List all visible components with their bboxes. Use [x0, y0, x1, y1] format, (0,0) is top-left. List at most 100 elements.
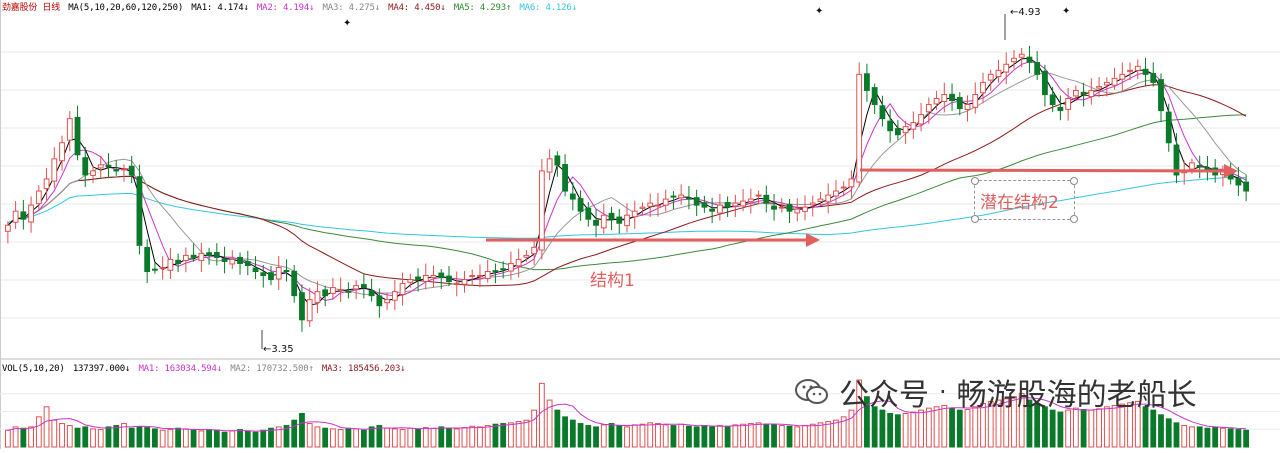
volume-bar	[260, 429, 267, 448]
stock-name[interactable]: 劲嘉股份	[2, 3, 37, 13]
candle-body	[655, 204, 661, 207]
candle-body	[856, 73, 863, 183]
volume-bar	[368, 426, 375, 448]
candle-body	[809, 202, 816, 206]
volume-bar	[299, 413, 305, 448]
volume-bar	[693, 426, 700, 448]
volume-bar	[322, 427, 329, 448]
candle-body	[384, 299, 390, 304]
candle-body	[461, 279, 468, 285]
candle-body	[74, 116, 81, 156]
signal-marker-2: ✦	[815, 6, 824, 17]
candle-body	[894, 128, 901, 136]
candle-body	[97, 164, 104, 169]
volume-bar	[198, 430, 205, 448]
candle-body	[399, 283, 406, 296]
ma4-value: MA4: 4.450↓	[388, 3, 446, 13]
volume-bar	[778, 425, 785, 448]
volume-bar	[655, 423, 661, 448]
candle-body	[949, 93, 955, 102]
candle-body	[709, 208, 716, 212]
candle-body	[972, 93, 979, 108]
candle-body	[477, 275, 483, 278]
ma-spec: MA(5,10,20,60,120,250)	[68, 3, 184, 13]
volume-bar	[569, 419, 576, 448]
candle-body	[747, 198, 754, 203]
volume-bar	[500, 423, 507, 448]
volume-bar	[1096, 408, 1102, 448]
candle-body	[260, 272, 267, 277]
volume-bar	[221, 431, 228, 448]
signal-marker-1: ✦	[343, 18, 352, 29]
volume-bar	[879, 409, 886, 448]
candle-body	[964, 104, 971, 110]
candle-body	[128, 165, 135, 176]
box-handle-tl[interactable]	[971, 177, 979, 185]
volume-bar	[43, 406, 50, 448]
volume-bar	[523, 419, 530, 448]
candle-body	[1034, 62, 1041, 75]
stock-chart[interactable]: 劲嘉股份 日线 MA(5,10,20,60,120,250) MA1: 4.17…	[0, 0, 1280, 449]
volume-bar	[763, 423, 770, 448]
volume-bar	[1057, 411, 1064, 448]
candle-body	[523, 254, 530, 258]
candle-body	[902, 126, 909, 134]
candle-body	[190, 254, 197, 258]
candle-body	[1189, 162, 1195, 170]
candle-body	[631, 210, 638, 218]
candle-body	[391, 291, 398, 301]
box-handle-bl[interactable]	[971, 215, 979, 223]
volume-bar	[268, 427, 274, 448]
vol-ma1: MA1: 163034.594↓	[138, 364, 222, 374]
candle-body	[786, 203, 793, 212]
candle-body	[113, 169, 120, 172]
candle-body	[624, 214, 630, 227]
volume-bar	[144, 427, 151, 448]
volume-bar	[1189, 426, 1195, 448]
volume-bar	[1158, 414, 1164, 448]
structure1-arrow-head	[806, 233, 820, 247]
candle-body	[221, 258, 228, 262]
candle-body	[1165, 111, 1172, 144]
candle-body	[825, 194, 832, 203]
ma6-value: MA6: 4.126↓	[519, 3, 577, 13]
box-handle-br[interactable]	[1070, 215, 1078, 223]
candle-body	[608, 212, 615, 220]
candle-body	[585, 207, 592, 220]
candle-body	[794, 208, 801, 214]
structure2-label: 潜在结构2	[980, 193, 1059, 213]
volume-bar	[771, 424, 777, 448]
candle-body	[956, 97, 963, 110]
candle-body	[446, 275, 452, 283]
volume-bar	[206, 429, 212, 448]
period-label[interactable]: 日线	[42, 3, 60, 13]
volume-bar	[35, 416, 42, 448]
candle-body	[1042, 70, 1048, 95]
volume-bar	[97, 429, 104, 448]
volume-bar	[1196, 426, 1203, 448]
volume-bar	[732, 424, 739, 448]
candle-body	[330, 287, 336, 294]
volume-bar	[817, 422, 824, 448]
candle-body	[35, 190, 42, 205]
candle-body	[910, 122, 917, 130]
volume-bar	[237, 429, 243, 448]
candle-body	[213, 252, 220, 258]
candle-body	[740, 200, 746, 207]
candle-body	[1127, 69, 1133, 72]
volume-bar	[1212, 426, 1219, 448]
candle-body	[82, 157, 89, 176]
candle-body	[577, 198, 584, 212]
volume-bar	[515, 421, 522, 448]
volume-bar	[1181, 425, 1188, 448]
volume-bar	[190, 429, 197, 448]
box-handle-tr[interactable]	[1070, 177, 1078, 185]
candle-body	[771, 205, 777, 210]
candle-body	[229, 258, 236, 265]
candle-body	[701, 202, 708, 208]
candle-body	[732, 202, 739, 207]
wechat-icon	[795, 378, 829, 406]
candle-body	[879, 105, 886, 120]
candle-body	[531, 246, 538, 255]
candle-body	[639, 206, 646, 209]
